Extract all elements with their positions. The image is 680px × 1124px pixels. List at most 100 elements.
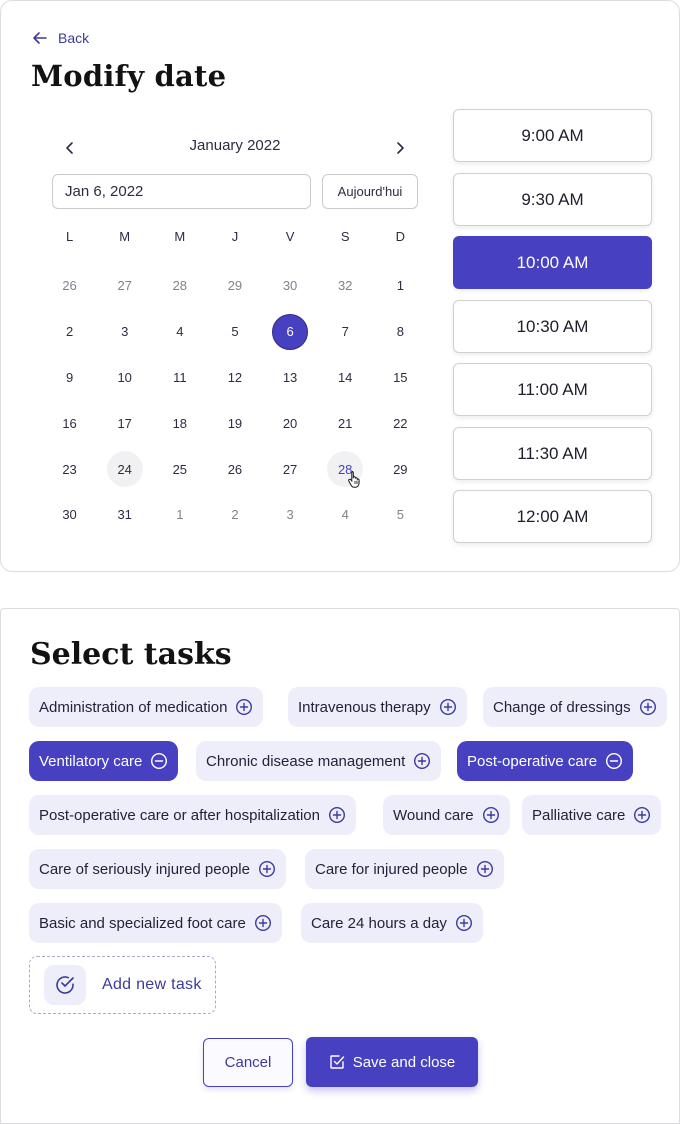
day-cell[interactable]: 8 [373, 309, 428, 355]
day-cell[interactable]: 26 [207, 446, 262, 492]
time-slot[interactable]: 11:30 AM [453, 427, 652, 480]
day-cell[interactable]: 7 [318, 309, 373, 355]
day-cell[interactable]: 2 [42, 309, 97, 355]
day-cell-selected[interactable]: 6 [263, 309, 318, 355]
weekday-label: D [395, 229, 405, 244]
day-cell[interactable]: 14 [318, 355, 373, 401]
page-title: Modify date [31, 59, 227, 93]
plus-circle-icon [639, 698, 656, 716]
day-number: 9 [65, 369, 74, 385]
day-cell[interactable]: 27 [97, 263, 152, 309]
day-number: 26 [62, 278, 77, 294]
day-cell[interactable]: 20 [263, 400, 318, 446]
day-cell[interactable]: 27 [263, 446, 318, 492]
save-label: Save and close [352, 1053, 456, 1071]
day-cell[interactable]: 31 [97, 492, 152, 538]
day-number: 11 [173, 369, 187, 385]
day-cell[interactable]: 23 [42, 446, 97, 492]
time-slot[interactable]: 11:00 AM [453, 363, 652, 416]
day-cell[interactable]: 22 [373, 400, 428, 446]
day-cell[interactable]: 28 [318, 446, 373, 492]
day-cell[interactable]: 5 [207, 309, 262, 355]
day-cell[interactable]: 32 [318, 263, 373, 309]
add-task-badge [44, 965, 86, 1005]
time-slot[interactable]: 12:00 AM [453, 490, 652, 543]
time-slot-selected[interactable]: 10:00 AM [453, 236, 652, 289]
day-cell[interactable]: 1 [152, 492, 207, 538]
task-chip[interactable]: Post-operative care or after hospitaliza… [29, 795, 356, 835]
day-cell[interactable]: 29 [373, 446, 428, 492]
day-cell[interactable]: 30 [42, 492, 97, 538]
day-cell[interactable]: 5 [373, 492, 428, 538]
minus-circle-icon [606, 752, 623, 770]
day-number: 15 [393, 369, 408, 385]
save-and-close-button[interactable]: Save and close [306, 1037, 478, 1087]
day-grid: 26 27 28 29 30 32 1 2 3 4 5 6 7 8 9 10 11 12 13 14 15 16 17 18 1… [42, 263, 428, 538]
task-chip[interactable]: Change of dressings [483, 687, 667, 727]
time-slot[interactable]: 9:00 AM [453, 109, 652, 162]
day-cell[interactable]: 12 [207, 355, 262, 401]
task-chip-label: Palliative care [532, 806, 626, 824]
add-task-button[interactable]: Add new task [29, 956, 216, 1014]
task-chip[interactable]: Intravenous therapy [288, 687, 467, 727]
day-number: 25 [172, 461, 188, 477]
time-slot[interactable]: 9:30 AM [453, 173, 652, 226]
time-slot[interactable]: 10:30 AM [453, 300, 652, 353]
day-cell[interactable]: 24 [97, 446, 152, 492]
day-number: 31 [117, 507, 132, 523]
task-chip[interactable]: Administration of medication [29, 687, 264, 727]
back-link[interactable]: Back [32, 30, 89, 46]
day-cell[interactable]: 17 [97, 400, 152, 446]
task-chip[interactable]: Care of seriously injured people [29, 849, 286, 889]
task-chip-selected[interactable]: Ventilatory care [29, 741, 179, 781]
task-chip[interactable]: Wound care [383, 795, 510, 835]
check-circle-icon [56, 976, 74, 994]
task-chip[interactable]: Palliative care [522, 795, 662, 835]
day-number: 14 [337, 369, 353, 385]
today-button[interactable]: Aujourd'hui [322, 174, 418, 209]
task-chip-label: Change of dressings [493, 698, 631, 716]
day-cell[interactable]: 4 [318, 492, 373, 538]
day-cell[interactable]: 9 [42, 355, 97, 401]
day-number: 1 [396, 278, 404, 294]
day-cell[interactable]: 25 [152, 446, 207, 492]
date-input[interactable] [52, 174, 311, 209]
day-cell[interactable]: 2 [207, 492, 262, 538]
day-cell[interactable]: 30 [263, 263, 318, 309]
plus-circle-icon [258, 860, 275, 878]
task-chip[interactable]: Basic and specialized foot care [29, 903, 282, 943]
cancel-button[interactable]: Cancel [203, 1038, 293, 1087]
day-cell[interactable]: 15 [373, 355, 428, 401]
day-number: 12 [227, 369, 243, 385]
day-cell[interactable]: 21 [318, 400, 373, 446]
task-chip-label: Intravenous therapy [298, 698, 431, 716]
day-cell[interactable]: 4 [152, 309, 207, 355]
day-cell[interactable]: 10 [97, 355, 152, 401]
day-cell[interactable]: 18 [152, 400, 207, 446]
day-cell[interactable]: 13 [263, 355, 318, 401]
task-chip-selected[interactable]: Post-operative care [457, 741, 634, 781]
day-cell[interactable]: 11 [152, 355, 207, 401]
plus-circle-icon [328, 806, 345, 824]
task-chip[interactable]: Chronic disease management [196, 741, 442, 781]
checkbox-icon [330, 1055, 344, 1069]
task-chip[interactable]: Care for injured people [305, 849, 504, 889]
day-cell[interactable]: 29 [207, 263, 262, 309]
plus-circle-icon [236, 698, 253, 716]
day-cell[interactable]: 28 [152, 263, 207, 309]
day-number: 5 [396, 507, 404, 523]
weekday-label: L [65, 229, 74, 244]
task-chip[interactable]: Care 24 hours a day [301, 903, 483, 943]
day-number: 3 [121, 324, 129, 340]
day-cell[interactable]: 3 [263, 492, 318, 538]
day-cell[interactable]: 26 [42, 263, 97, 309]
month-label: January 2022 [189, 137, 281, 154]
day-number: 4 [176, 324, 184, 340]
day-cell[interactable]: 19 [207, 400, 262, 446]
next-month-button[interactable] [385, 133, 415, 163]
day-number: 4 [341, 507, 349, 523]
task-chip-label: Care of seriously injured people [39, 860, 250, 878]
day-cell[interactable]: 1 [373, 263, 428, 309]
day-cell[interactable]: 16 [42, 400, 97, 446]
day-cell[interactable]: 3 [97, 309, 152, 355]
